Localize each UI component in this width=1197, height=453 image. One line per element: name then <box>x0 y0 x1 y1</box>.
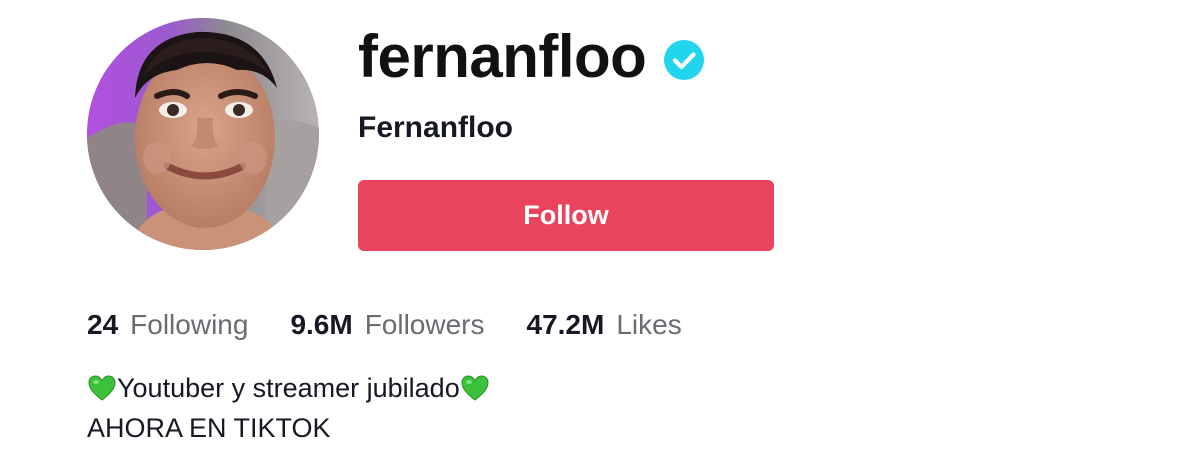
nickname: Fernanfloo <box>358 111 513 144</box>
stat-likes: 47.2M Likes <box>527 304 682 346</box>
bio-line-1: Youtuber y streamer jubilado <box>87 368 490 408</box>
following-count: 24 <box>87 309 119 340</box>
bio-text-1: Youtuber y streamer jubilado <box>117 373 460 403</box>
green-heart-icon <box>460 373 490 403</box>
profile-header: fernanfloo Fernanfloo Follow 24 Followin… <box>0 0 1197 453</box>
verified-badge-icon <box>664 40 705 80</box>
profile-stats: 24 Following 9.6M Followers 47.2M Likes <box>87 304 682 346</box>
bio-line-2: AHORA EN TIKTOK <box>87 408 490 448</box>
stat-following[interactable]: 24 Following <box>87 304 248 346</box>
bio: Youtuber y streamer jubilado AHORA EN TI… <box>87 368 490 448</box>
avatar-image <box>87 18 319 250</box>
username: fernanfloo <box>358 23 647 90</box>
avatar[interactable] <box>87 18 319 250</box>
bio-text-2: AHORA EN TIKTOK <box>87 413 331 443</box>
followers-label: Followers <box>364 309 485 340</box>
green-heart-icon <box>87 373 117 403</box>
username-row: fernanfloo <box>358 22 705 92</box>
followers-count: 9.6M <box>290 309 353 340</box>
following-label: Following <box>130 309 249 340</box>
likes-label: Likes <box>616 309 682 340</box>
likes-count: 47.2M <box>526 309 605 340</box>
stat-followers[interactable]: 9.6M Followers <box>290 304 484 346</box>
follow-button[interactable]: Follow <box>358 180 774 251</box>
